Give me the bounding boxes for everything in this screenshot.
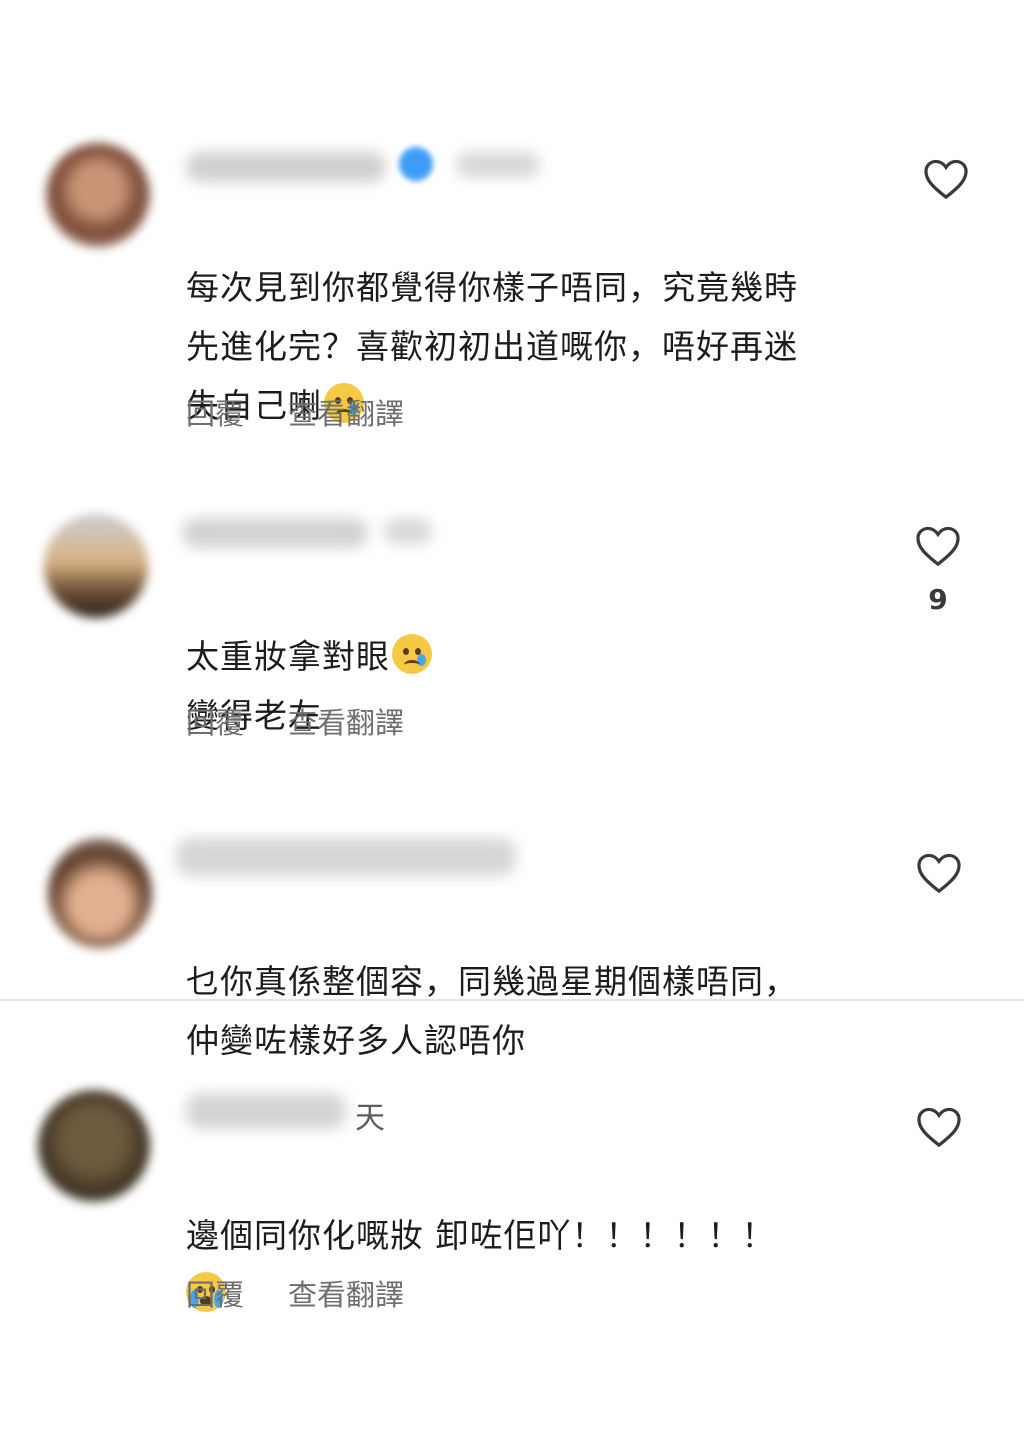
comment-actions: 回覆 查看翻譯 [186, 391, 448, 433]
crying-face-icon [392, 634, 432, 674]
username[interactable] [182, 518, 368, 548]
avatar[interactable] [46, 143, 150, 247]
translate-button[interactable]: 查看翻譯 [288, 706, 404, 740]
heart-outline-icon[interactable] [923, 158, 969, 200]
username[interactable] [186, 152, 386, 182]
reply-button[interactable]: 回覆 [186, 706, 244, 740]
reply-button[interactable]: 回覆 [186, 397, 244, 431]
avatar[interactable] [38, 1090, 150, 1202]
username[interactable] [176, 838, 516, 876]
heart-outline-icon[interactable] [915, 525, 961, 567]
translate-button[interactable]: 查看翻譯 [288, 1278, 404, 1312]
reply-button[interactable]: 回覆 [186, 1278, 244, 1312]
translate-button[interactable]: 查看翻譯 [288, 397, 404, 431]
username[interactable] [186, 1093, 346, 1129]
comment-actions: 回覆 查看翻譯 [186, 700, 448, 742]
divider [0, 999, 1024, 1001]
like-count: 9 [928, 583, 948, 616]
verified-badge-icon [399, 147, 433, 181]
timestamp [456, 152, 540, 178]
heart-outline-icon[interactable] [916, 852, 962, 894]
comment-actions: 回覆 查看翻譯 [186, 1272, 448, 1314]
heart-outline-icon[interactable] [916, 1106, 962, 1148]
avatar[interactable] [44, 514, 148, 618]
comment-text: 乜你真係整個容，同幾過星期個樣唔同， 仲變咗樣好多人認唔你 [186, 962, 798, 1060]
timestamp [384, 518, 432, 544]
avatar[interactable] [48, 838, 152, 948]
timestamp: 天 [355, 1101, 385, 1136]
